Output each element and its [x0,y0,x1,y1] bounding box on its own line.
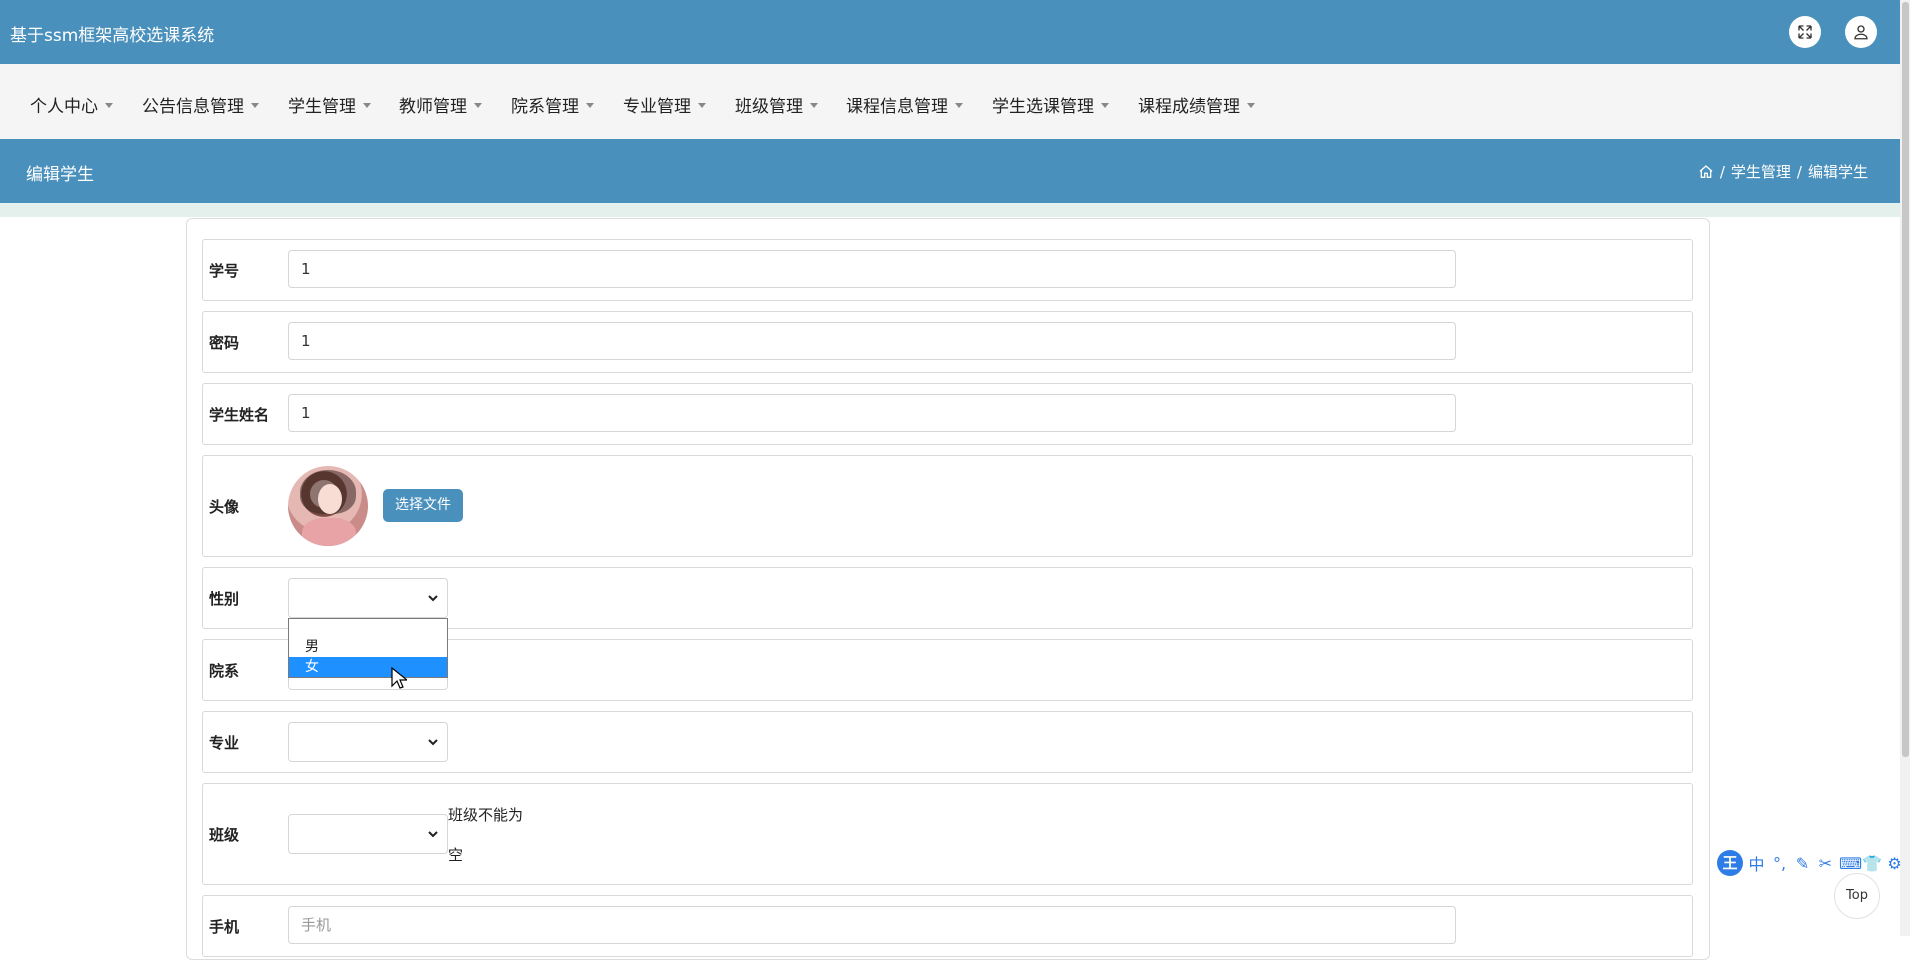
menu-course-selection[interactable]: 学生选课管理 [992,92,1109,117]
expand-icon [1798,25,1812,39]
class-error-message: 班级不能为 [448,806,524,824]
caret-down-icon [251,102,259,108]
caret-down-icon [363,102,371,108]
field-label: 头像 [209,498,240,516]
chevron-down-icon [428,831,438,838]
caret-down-icon [698,102,706,108]
scissors-icon[interactable]: ✂ [1816,854,1835,873]
user-icon [1854,25,1868,40]
punctuation-icon[interactable]: °, [1770,854,1789,873]
chevron-down-icon [428,739,438,746]
menu-grades[interactable]: 课程成绩管理 [1138,92,1255,117]
field-label: 学号 [209,262,240,280]
skin-icon[interactable]: 👕 [1862,854,1882,873]
field-class: 班级 [202,783,1693,885]
user-button[interactable] [1845,16,1877,48]
menu-department[interactable]: 院系管理 [511,92,594,117]
fullscreen-button[interactable] [1789,16,1821,48]
class-select[interactable] [288,814,448,854]
page-title: 编辑学生 [26,165,94,185]
caret-down-icon [105,102,113,108]
field-avatar: 头像 选择文件 [202,455,1693,557]
ime-logo[interactable]: 王 [1717,850,1743,876]
caret-down-icon [955,102,963,108]
pen-icon[interactable]: ✎ [1793,854,1812,873]
ime-mode[interactable]: 中 [1747,851,1766,875]
ime-toolbar: 王 中 °, ✎ ✂ ⌨ 👕 ⚙ [1717,850,1904,876]
gender-dropdown: 男 女 [288,618,448,678]
caret-down-icon [1101,102,1109,108]
student-name-input[interactable] [288,394,1456,432]
caret-down-icon [586,102,594,108]
settings-gear-icon[interactable]: ⚙ [1885,854,1904,873]
password-input[interactable] [288,322,1456,360]
top-bar: 基于ssm框架高校选课系统 [0,0,1900,64]
field-student-name: 学生姓名 [202,383,1693,445]
student-no-input[interactable] [288,250,1456,288]
gender-option-male[interactable]: 男 [289,637,447,657]
scrollbar-thumb[interactable] [1902,2,1909,757]
chevron-down-icon [428,595,438,602]
page-header: 编辑学生 / 学生管理 / 编辑学生 [0,139,1900,203]
field-label: 密码 [209,334,240,352]
caret-down-icon [474,102,482,108]
field-label: 手机 [209,918,240,936]
class-error-message-cont: 空 [448,846,464,864]
field-label: 性别 [209,590,240,608]
breadcrumb-student-mgmt[interactable]: 学生管理 [1731,161,1791,182]
field-label: 院系 [209,662,240,680]
gender-select[interactable] [288,578,448,618]
header-stripe [0,203,1900,217]
home-icon[interactable] [1698,164,1714,180]
breadcrumb-current: 编辑学生 [1807,163,1868,181]
breadcrumb: / 学生管理 / 编辑学生 [1698,161,1868,182]
app-title: 基于ssm框架高校选课系统 [10,26,215,46]
caret-down-icon [810,102,818,108]
major-select[interactable] [288,722,448,762]
mouse-cursor-icon [391,667,407,689]
menu-major[interactable]: 专业管理 [623,92,706,117]
field-phone: 手机 [202,895,1693,957]
choose-file-button[interactable]: 选择文件 [383,489,463,522]
phone-input[interactable] [288,906,1456,944]
keyboard-icon[interactable]: ⌨ [1839,854,1862,873]
back-to-top-button[interactable]: Top [1834,873,1880,919]
menu-teacher[interactable]: 教师管理 [399,92,482,117]
field-password: 密码 [202,311,1693,373]
gender-option-female[interactable]: 女 [289,657,447,677]
field-label: 班级 [209,826,240,844]
field-student-no: 学号 [202,239,1693,301]
menu-notice[interactable]: 公告信息管理 [142,92,259,117]
caret-down-icon [1247,102,1255,108]
menu-personal-center[interactable]: 个人中心 [30,92,113,117]
menu-course[interactable]: 课程信息管理 [846,92,963,117]
menu-class[interactable]: 班级管理 [735,92,818,117]
main-menu: 个人中心 公告信息管理 学生管理 教师管理 院系管理 专业管理 班级管理 课程信… [0,64,1900,139]
vertical-scrollbar[interactable] [1900,0,1910,936]
avatar-image [288,466,368,546]
field-major: 专业 [202,711,1693,773]
menu-student[interactable]: 学生管理 [288,92,371,117]
field-label: 学生姓名 [209,406,270,424]
field-label: 专业 [209,734,240,752]
